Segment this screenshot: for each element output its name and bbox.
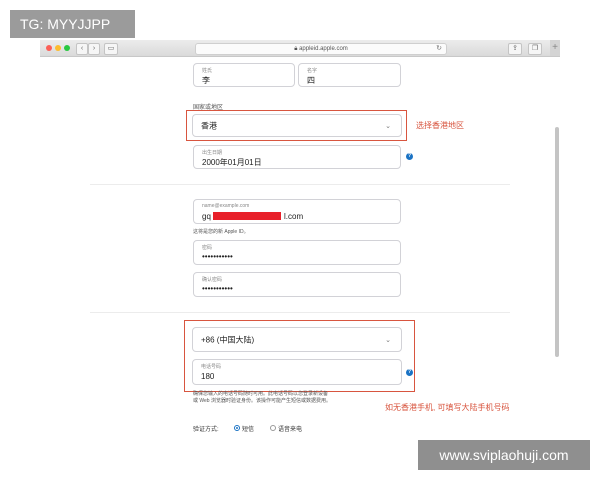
phone-country-value: +86 (中国大陆) xyxy=(201,335,255,344)
url-text: appleid.apple.com xyxy=(299,46,348,52)
reload-icon[interactable]: ↻ xyxy=(436,44,442,54)
birthday-label: 出生日期 xyxy=(202,150,223,156)
back-button[interactable]: ‹ xyxy=(76,43,88,55)
birthday-value: 2000年01月01日 xyxy=(202,158,262,167)
phone-annotation: 如无香港手机, 可填写大陆手机号码 xyxy=(385,403,510,412)
last-name-field[interactable]: 姓氏 李 xyxy=(193,63,295,87)
sidebar-icon[interactable]: ▭ xyxy=(104,43,118,55)
share-icon[interactable]: ⇪ xyxy=(508,43,522,55)
minimize-window-button[interactable] xyxy=(55,45,61,51)
birthday-info-icon[interactable]: ? xyxy=(406,153,413,160)
new-tab-button[interactable]: + xyxy=(550,40,560,56)
confirm-password-label: 确认密码 xyxy=(202,277,223,283)
site-watermark: www.sviplaohuji.com xyxy=(418,440,590,470)
region-annotation: 选择香港地区 xyxy=(416,121,464,130)
confirm-password-field[interactable]: 确认密码 ••••••••••• xyxy=(193,272,401,297)
chevron-down-icon: ⌄ xyxy=(385,122,391,130)
phone-number-label: 电话号码 xyxy=(201,364,222,370)
confirm-password-value: ••••••••••• xyxy=(202,284,233,293)
close-window-button[interactable] xyxy=(46,45,52,51)
telegram-tag-overlay: TG: MYYJJPP xyxy=(10,10,135,38)
phone-number-value: 180 xyxy=(201,372,215,381)
last-name-label: 姓氏 xyxy=(202,68,213,74)
verify-call-radio[interactable] xyxy=(270,425,276,431)
email-placeholder-label: name@example.com xyxy=(202,203,250,209)
phone-note-line-2: 或 Web 浏览器时验证身份。该操作可能产生短信或数据费用。 xyxy=(193,398,331,404)
address-bar[interactable]: 🔒︎ appleid.apple.com ↻ xyxy=(195,43,447,55)
tabs-icon[interactable]: ❐ xyxy=(528,43,542,55)
verify-sms-label: 短信 xyxy=(242,427,255,433)
phone-number-field[interactable]: 电话号码 180 xyxy=(192,359,402,385)
verify-call-label: 语音来电 xyxy=(278,427,303,433)
email-note: 这将是您的新 Apple ID。 xyxy=(193,229,249,235)
lock-icon: 🔒︎ xyxy=(294,46,298,52)
email-value-prefix: gq xyxy=(202,212,211,221)
chevron-down-icon: ⌄ xyxy=(385,336,391,344)
password-field[interactable]: 密码 ••••••••••• xyxy=(193,240,401,265)
browser-toolbar: ‹ › ▭ 🔒︎ appleid.apple.com ↻ ⇪ ❐ xyxy=(40,40,560,57)
password-label: 密码 xyxy=(202,245,213,251)
verify-sms-radio[interactable] xyxy=(234,425,240,431)
last-name-value: 李 xyxy=(202,76,210,85)
email-field[interactable]: name@example.com gq l.com xyxy=(193,199,401,224)
phone-info-icon[interactable]: ? xyxy=(406,369,413,376)
phone-note-line-1: 确保您输入的电话号码随时可用。此电话号码以您登录新设备 xyxy=(193,391,329,397)
first-name-label: 名字 xyxy=(307,68,318,74)
birthday-field[interactable]: 出生日期 2000年01月01日 xyxy=(193,145,401,169)
section-divider-2 xyxy=(90,312,510,313)
region-value: 香港 xyxy=(201,121,217,130)
region-select[interactable]: 香港 ⌄ xyxy=(192,114,402,137)
password-value: ••••••••••• xyxy=(202,252,233,261)
email-value-suffix: l.com xyxy=(284,212,304,221)
forward-button[interactable]: › xyxy=(88,43,100,55)
zoom-window-button[interactable] xyxy=(64,45,70,51)
page-scrollbar[interactable] xyxy=(555,127,559,357)
redaction-bar xyxy=(213,212,281,220)
first-name-value: 四 xyxy=(307,76,315,85)
first-name-field[interactable]: 名字 四 xyxy=(298,63,401,87)
section-divider xyxy=(90,184,510,185)
page-content: 姓氏 李 名字 四 国家或地区 香港 ⌄ 选择香港地区 出生日期 2000年01… xyxy=(40,57,560,440)
phone-country-select[interactable]: +86 (中国大陆) ⌄ xyxy=(192,327,402,352)
verify-label: 验证方式: xyxy=(193,427,219,433)
